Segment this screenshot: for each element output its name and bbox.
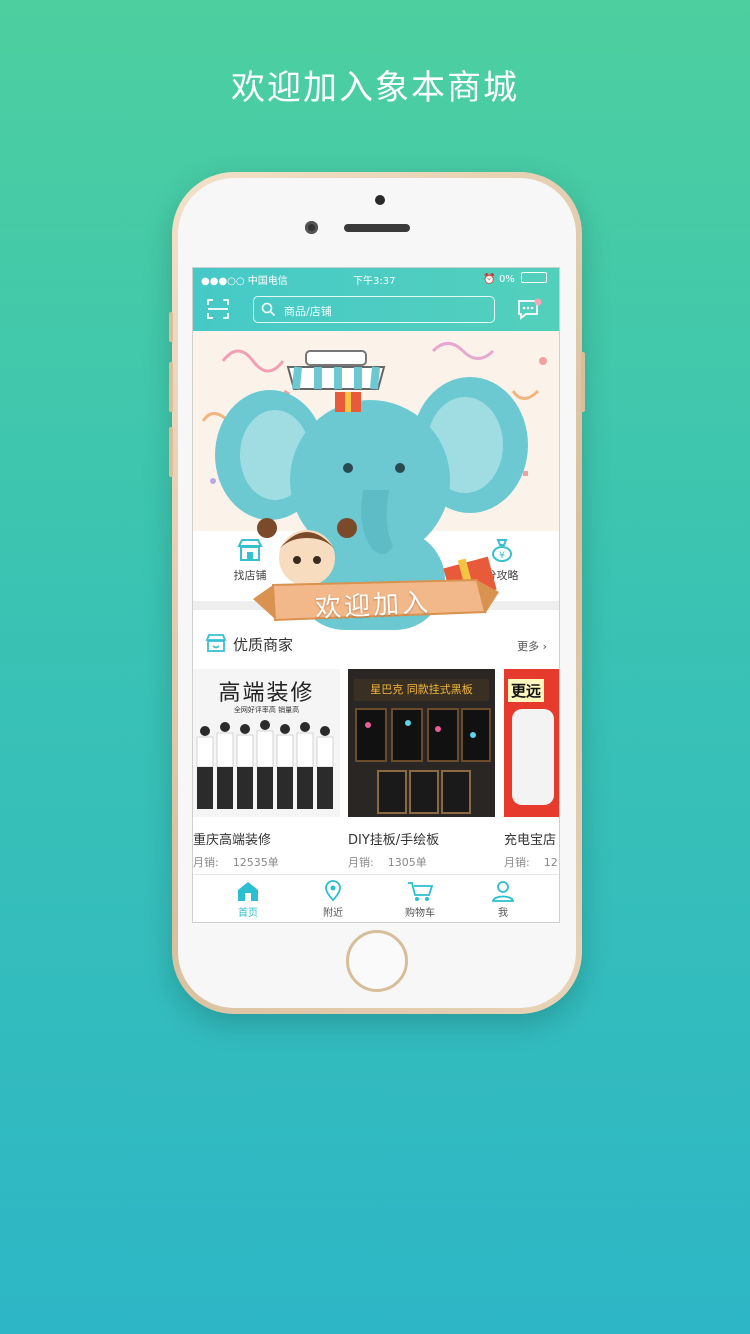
merchant-title: DIY挂板/手绘板 — [348, 833, 440, 848]
volume-down-button — [169, 427, 173, 477]
app-header: ●●●○○ 中国电信 下午3:37 ⏰ 0% — [193, 268, 559, 331]
bottom-tab-bar: 首页 附近 购物车 我 — [193, 874, 559, 922]
carrier-label: ●●●○○ 中国电信 — [201, 276, 288, 287]
merchant-card[interactable]: 更远 充电宝店 月销: 12 — [504, 669, 559, 870]
search-icon — [261, 302, 276, 317]
status-bar: ●●●○○ 中国电信 下午3:37 ⏰ 0% — [193, 268, 559, 288]
merchant-sales: 月销: 12 — [504, 854, 559, 870]
tab-home[interactable]: 首页 — [213, 879, 283, 919]
team-photo — [196, 720, 334, 809]
tab-cart[interactable]: 购物车 — [385, 879, 455, 919]
merchant-sales: 月销: 1305单 — [348, 854, 495, 870]
status-time: 下午3:37 — [353, 276, 396, 287]
chevron-right-icon: › — [542, 640, 547, 653]
tab-label: 首页 — [238, 908, 258, 919]
alarm-icon: ⏰ — [483, 274, 496, 285]
merchant-image-title: 更远 — [508, 679, 545, 702]
sales-label: 月销: — [504, 856, 530, 869]
merchant-card[interactable]: 高端装修 全网好评率高 销量高 重庆高端装修 月销: 12535单 — [193, 669, 340, 870]
tab-me[interactable]: 我 — [468, 879, 538, 919]
sales-value: 12 — [543, 856, 558, 869]
sales-label: 月销: — [348, 856, 374, 869]
status-right: ⏰ 0% — [483, 272, 547, 285]
front-camera — [305, 221, 318, 234]
merchant-sales: 月销: 12535单 — [193, 854, 340, 870]
merchant-card[interactable]: 星巴克 同款挂式黑板 DIY挂板/手绘板 月销: 1305单 — [348, 669, 495, 870]
search-input[interactable] — [282, 301, 486, 321]
scan-icon[interactable] — [207, 298, 229, 320]
merchant-image: 星巴克 同款挂式黑板 — [348, 669, 495, 817]
merchant-image-title: 高端装修 — [218, 681, 315, 706]
sales-value: 1305单 — [387, 856, 427, 869]
tab-nearby[interactable]: 附近 — [298, 879, 368, 919]
battery-icon — [521, 272, 547, 283]
home-icon — [238, 882, 258, 901]
tab-label: 购物车 — [405, 908, 435, 919]
location-icon — [325, 880, 341, 902]
tab-label: 我 — [498, 908, 508, 919]
merchant-card-list: 高端装修 全网好评率高 销量高 重庆高端装修 月销: 12535单 星巴克 同款… — [193, 669, 559, 874]
camera-dot — [375, 195, 385, 205]
merchant-image: 高端装修 全网好评率高 销量高 — [193, 669, 340, 817]
merchant-image-subtitle: 全网好评率高 销量高 — [233, 706, 300, 714]
sales-value: 12535单 — [232, 856, 279, 869]
merchant-title: 充电宝店 — [504, 833, 557, 848]
message-icon[interactable] — [517, 298, 543, 322]
power-button — [581, 352, 585, 412]
power-bank-product — [512, 709, 554, 805]
cart-icon — [408, 882, 434, 901]
volume-up-button — [169, 362, 173, 412]
battery-percent: 0% — [498, 274, 515, 285]
page-headline: 欢迎加入象本商城 — [231, 68, 519, 108]
sales-label: 月销: — [193, 856, 219, 869]
merchant-title: 重庆高端装修 — [193, 833, 272, 848]
search-bar[interactable] — [253, 296, 495, 323]
chalkboard-photo — [355, 708, 491, 814]
merchant-image-title: 星巴克 同款挂式黑板 — [354, 679, 489, 701]
mute-switch — [169, 312, 173, 342]
tab-label: 附近 — [323, 908, 343, 919]
user-icon — [491, 881, 515, 902]
earpiece-speaker — [344, 224, 410, 232]
home-button[interactable] — [346, 930, 408, 992]
merchant-image: 更远 — [504, 669, 559, 817]
